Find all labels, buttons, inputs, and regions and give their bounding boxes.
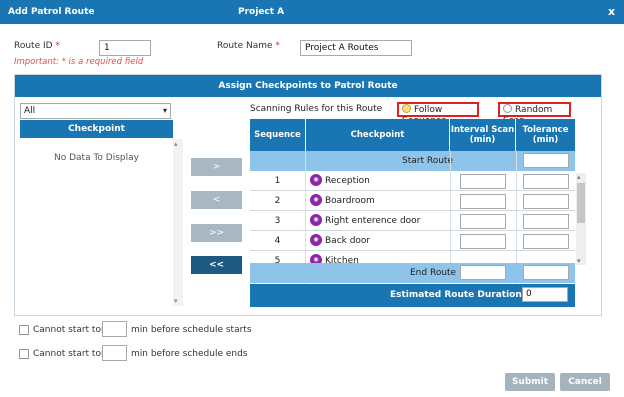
chevron-down-icon: ▾ [162, 106, 167, 115]
interval-scan-input[interactable] [460, 194, 506, 209]
route-checkpoint-grid: Sequence Checkpoint Interval Scan (min) … [250, 119, 575, 307]
table-row[interactable]: 1 ◉ Reception [250, 171, 575, 191]
move-all-left-button[interactable]: << [191, 256, 242, 274]
end-route-row: End Route [250, 263, 575, 283]
filter-selected-value: All [24, 106, 36, 116]
checkpoint-list-scrollbar[interactable]: ▴ ▾ [173, 139, 183, 306]
follow-sequence-radio[interactable]: Follow Sequence [397, 102, 479, 126]
start-route-row: Start Route [250, 151, 575, 171]
row-sequence: 2 [274, 196, 281, 206]
route-id-input[interactable]: 1 [99, 40, 151, 56]
close-icon[interactable]: x [608, 5, 615, 18]
available-checkpoint-header: Checkpoint [20, 120, 173, 138]
scroll-down-icon[interactable]: ▾ [174, 297, 178, 305]
available-checkpoint-list: No Data To Display [20, 139, 183, 306]
scanning-rules-label: Scanning Rules for this Route [250, 104, 383, 114]
interval-scan-input[interactable] [460, 174, 506, 189]
row-checkpoint-name: Right enterence door [325, 216, 421, 226]
scroll-up-icon[interactable]: ▴ [577, 173, 581, 181]
radio-selected-icon [402, 104, 411, 113]
interval-scan-input[interactable] [460, 234, 506, 249]
end-route-label: End Route [410, 268, 457, 278]
end-restriction-text-a: Cannot start tour [33, 349, 111, 359]
route-name-input[interactable]: Project A Routes [300, 40, 412, 56]
nfc-tag-icon: ◉ [310, 214, 322, 226]
end-restriction-checkbox[interactable] [19, 349, 29, 359]
end-interval-input[interactable] [460, 265, 506, 280]
move-all-right-button[interactable]: >> [191, 224, 242, 242]
row-checkpoint-name: Back door [325, 236, 371, 246]
row-sequence: 4 [274, 236, 281, 246]
end-minutes-input[interactable] [102, 345, 127, 361]
row-sequence: 1 [274, 176, 281, 186]
start-restriction-checkbox[interactable] [19, 325, 29, 335]
nfc-tag-icon: ◉ [310, 174, 322, 186]
col-sequence: Sequence [250, 119, 306, 151]
table-row[interactable]: 2 ◉ Boardroom [250, 191, 575, 211]
project-name: Project A [238, 7, 285, 17]
row-checkpoint-name: Boardroom [325, 196, 375, 206]
move-left-button[interactable]: < [191, 191, 242, 209]
duration-input[interactable]: 0 [522, 287, 568, 302]
nfc-tag-icon: ◉ [310, 194, 322, 206]
row-checkpoint-name: Reception [325, 176, 370, 186]
row-sequence: 3 [274, 216, 281, 226]
table-row[interactable]: 3 ◉ Right enterence door [250, 211, 575, 231]
grid-header: Sequence Checkpoint Interval Scan (min) … [250, 119, 575, 151]
col-interval-scan: Interval Scan (min) [450, 119, 516, 151]
duration-row: Estimated Route Duration (min) 0 [250, 284, 575, 307]
cancel-button[interactable]: Cancel [560, 373, 610, 391]
submit-button[interactable]: Submit [505, 373, 555, 391]
scroll-down-icon[interactable]: ▾ [577, 257, 581, 265]
start-route-label: Start Route [402, 156, 453, 166]
start-tolerance-input[interactable] [523, 153, 569, 168]
col-tolerance: Tolerance (min) [522, 125, 569, 145]
route-name-label: Route Name * [217, 41, 280, 51]
end-tolerance-input[interactable] [523, 265, 569, 280]
dialog-title-bar: Add Patrol Route Project A x [0, 0, 624, 24]
required-hint: Important: * is a required field [14, 57, 144, 67]
scroll-up-icon[interactable]: ▴ [174, 140, 178, 148]
table-row[interactable]: 4 ◉ Back door [250, 231, 575, 251]
tolerance-input[interactable] [523, 174, 569, 189]
move-right-button[interactable]: > [191, 158, 242, 176]
grid-scrollbar[interactable]: ▴ ▾ [576, 173, 586, 265]
interval-scan-input[interactable] [460, 214, 506, 229]
tolerance-input[interactable] [523, 234, 569, 249]
nfc-tag-icon: ◉ [310, 234, 322, 246]
dialog-title: Add Patrol Route [8, 7, 95, 17]
start-restriction-text-b: min before schedule starts [131, 325, 252, 335]
random-scan-radio[interactable]: Random Scan [498, 102, 571, 126]
radio-unselected-icon [503, 104, 512, 113]
tolerance-input[interactable] [523, 214, 569, 229]
scroll-thumb[interactable] [577, 183, 585, 223]
col-checkpoint: Checkpoint [306, 119, 450, 151]
start-restriction-text-a: Cannot start tour [33, 325, 111, 335]
tolerance-input[interactable] [523, 194, 569, 209]
start-minutes-input[interactable] [102, 321, 127, 337]
checkpoint-filter-select[interactable]: All ▾ [20, 103, 171, 119]
assign-panel-title: Assign Checkpoints to Patrol Route [15, 75, 601, 97]
empty-list-text: No Data To Display [54, 153, 139, 163]
route-id-label: Route ID * [14, 41, 60, 51]
end-restriction-text-b: min before schedule ends [131, 349, 248, 359]
